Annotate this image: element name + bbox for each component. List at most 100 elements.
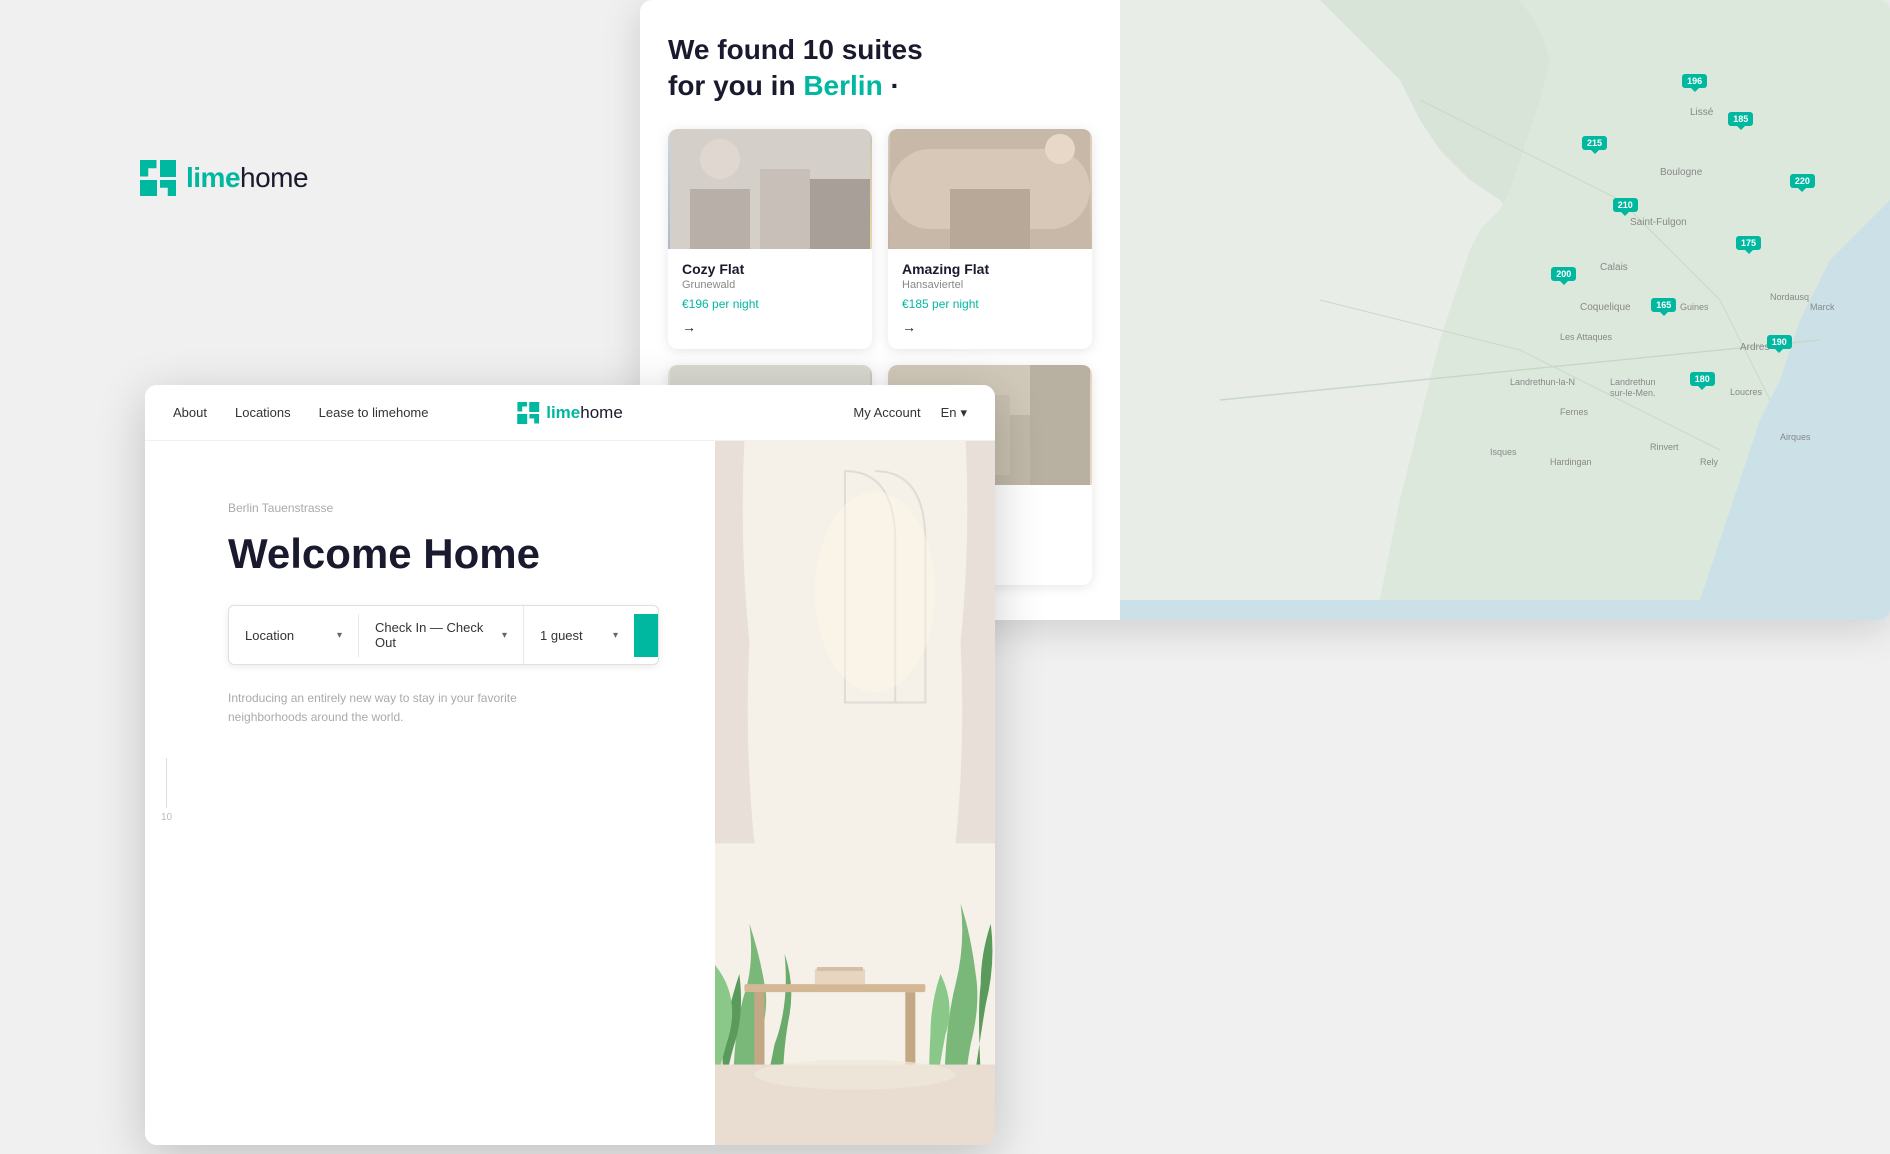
nav-logo-text: limehome [546,403,623,423]
logo-text: limehome [186,162,308,194]
svg-text:Marck: Marck [1810,302,1835,312]
map-pin-1[interactable]: 196 [1682,74,1707,88]
results-count-text: We found 10 suites [668,34,923,65]
property-card-2-body: Amazing Flat Hansaviertel €185 per night… [888,249,1092,349]
map-panel[interactable]: Lissé Boulogne Saint-Fulgon Calais Coque… [1120,0,1890,620]
front-browser-window: About Locations Lease to limehome limeho… [145,385,995,1145]
svg-text:Landrethun: Landrethun [1610,377,1656,387]
svg-text:Isques: Isques [1490,447,1517,457]
location-field-label: Location [245,628,294,643]
scroll-line [166,758,167,808]
nav-logo-lime: lime [546,403,580,422]
svg-text:Boulogne: Boulogne [1660,167,1703,178]
hero-left: 10 Berlin Tauenstrasse Welcome Home Loca… [145,441,715,1145]
nav-link-lease[interactable]: Lease to limehome [319,405,429,420]
results-city-prefix: for you in [668,70,796,101]
property-card-1-price: €196 per night [682,297,858,311]
svg-text:Rely: Rely [1700,457,1719,467]
svg-text:sur-le-Men.: sur-le-Men. [1610,388,1656,398]
property-card-2-neighborhood: Hansaviertel [902,279,1078,291]
guests-field-arrow: ▾ [613,630,618,641]
map-pin-9[interactable]: 215 [1582,136,1607,150]
nav-links: About Locations Lease to limehome [173,405,428,420]
svg-text:Nordausq: Nordausq [1770,292,1809,302]
hero-right [715,441,995,1145]
hero-section: 10 Berlin Tauenstrasse Welcome Home Loca… [145,441,995,1145]
hero-location: Berlin Tauenstrasse [228,501,659,515]
svg-text:Landrethun-la-N: Landrethun-la-N [1510,377,1575,387]
nav-logo-icon [517,402,539,424]
svg-text:Coquelique: Coquelique [1580,302,1631,313]
map-pin-4[interactable]: 175 [1736,236,1761,250]
property-card-1-body: Cozy Flat Grunewald €196 per night → [668,249,872,349]
nav-logo: limehome [517,402,623,424]
nav-lang-arrow: ▾ [960,405,967,421]
property-card-2-price: €185 per night [902,297,1078,311]
nav-logo-icon-bl [517,414,527,424]
svg-text:Loucres: Loucres [1730,387,1763,397]
nav-link-about[interactable]: About [173,405,207,420]
svg-text:Airques: Airques [1780,432,1811,442]
svg-text:Saint-Fulgon: Saint-Fulgon [1630,217,1687,228]
svg-text:Rinvert: Rinvert [1650,442,1679,452]
search-bar: Location ▾ Check In — Check Out ▾ 1 gues… [228,605,659,665]
svg-text:Hardingan: Hardingan [1550,457,1592,467]
map-pin-7[interactable]: 190 [1767,335,1792,349]
svg-text:Les Attaques: Les Attaques [1560,332,1613,342]
logo-icon-cell-tl [140,160,157,177]
property-card-1-arrow[interactable]: → [682,319,858,335]
navigation-bar: About Locations Lease to limehome limeho… [145,385,995,441]
checkin-field[interactable]: Check In — Check Out ▾ [359,606,524,664]
property-card-2[interactable]: Amazing Flat Hansaviertel €185 per night… [888,129,1092,349]
map-pin-8[interactable]: 200 [1551,267,1576,281]
map-pin-2[interactable]: 185 [1728,112,1753,126]
property-card-1-name: Cozy Flat [682,261,858,277]
property-image-svg-2 [888,129,1092,249]
search-button[interactable]: Search Suite [634,614,659,657]
hero-scene-svg [715,441,995,1145]
nav-link-locations[interactable]: Locations [235,405,291,420]
nav-logo-home: home [580,403,623,422]
location-field-arrow: ▾ [337,630,342,641]
main-logo-area: limehome [140,160,308,196]
svg-text:Fernes: Fernes [1560,407,1589,417]
svg-text:Ardres: Ardres [1740,342,1769,353]
nav-account[interactable]: My Account [853,405,920,420]
hero-description: Introducing an entirely new way to stay … [228,689,588,727]
property-card-1-image [668,129,872,249]
checkin-field-label: Check In — Check Out [375,620,502,650]
checkin-field-arrow: ▾ [502,630,507,641]
nav-language[interactable]: En ▾ [941,405,967,421]
property-card-2-image [888,129,1092,249]
nav-lang-label: En [941,405,957,420]
svg-text:Calais: Calais [1600,262,1628,273]
scroll-number: 10 [161,812,172,823]
map-pin-10[interactable]: 180 [1690,372,1715,386]
location-field[interactable]: Location ▾ [229,614,359,657]
hero-content: Berlin Tauenstrasse Welcome Home Locatio… [173,441,687,728]
map-pin-5[interactable]: 220 [1790,174,1815,188]
nav-right: My Account En ▾ [853,405,967,421]
main-logo: limehome [140,160,308,196]
svg-text:Lissé: Lissé [1690,107,1714,118]
scroll-indicator: 10 [161,758,172,823]
property-card-2-name: Amazing Flat [902,261,1078,277]
property-image-svg-1 [668,129,872,249]
guests-field[interactable]: 1 guest ▾ [524,614,634,657]
results-city: Berlin [803,70,882,101]
map-pin-6[interactable]: 165 [1651,298,1676,312]
nav-logo-icon-tr [529,402,539,412]
map-svg: Lissé Boulogne Saint-Fulgon Calais Coque… [1120,0,1890,620]
property-card-1-neighborhood: Grunewald [682,279,858,291]
property-card-1[interactable]: Cozy Flat Grunewald €196 per night → [668,129,872,349]
logo-icon [140,160,176,196]
nav-logo-icon-br [529,414,539,424]
svg-text:Guines: Guines [1680,302,1709,312]
guests-field-label: 1 guest [540,628,583,643]
logo-icon-cell-br [160,180,177,197]
map-pin-3[interactable]: 210 [1613,198,1638,212]
results-title: We found 10 suites for you in Berlin · [668,32,1092,105]
hero-title: Welcome Home [228,531,659,577]
property-card-2-arrow[interactable]: → [902,319,1078,335]
logo-home: home [240,162,308,193]
